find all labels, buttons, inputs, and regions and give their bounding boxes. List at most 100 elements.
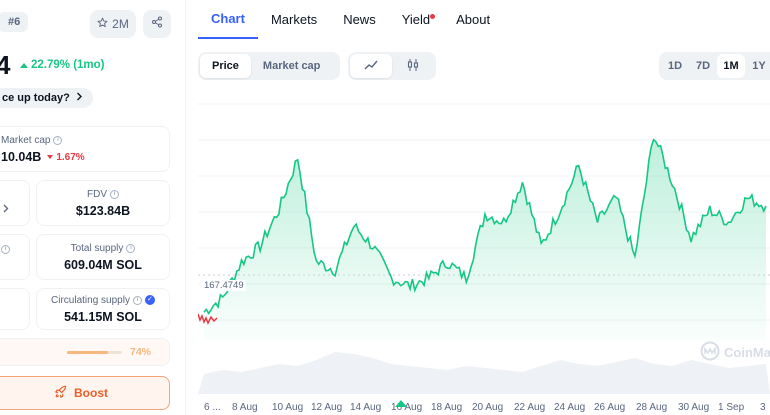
max-supply-card [0,288,30,330]
market-cap-card: Market cap i 10.04B 1.67% [0,126,170,172]
tab-about[interactable]: About [443,0,503,38]
volume-area [198,352,770,394]
info-icon[interactable]: i [110,189,119,199]
range-1d[interactable]: 1D [661,54,689,78]
x-tick-label: 22 Aug [514,402,545,413]
price-toggle[interactable]: Price [200,54,251,78]
supply-progress-percent: 74% [130,346,152,358]
x-tick-label: 14 Aug [350,402,381,413]
price-chart[interactable]: 6 ... 8 Aug 10 Aug 12 Aug 14 Aug 16 Aug 18 Aug… [197,92,770,415]
tab-chart[interactable]: Chart [198,0,258,39]
tab-markets[interactable]: Markets [258,0,330,38]
marketcap-toggle[interactable]: Market cap [251,54,332,78]
info-icon[interactable]: i [53,136,63,145]
fdv-label-row: FDV i [87,189,119,200]
tab-chart-label: Chart [211,11,245,26]
market-cap-change: 1.67% [47,151,85,163]
x-tick-label: 12 Aug [311,402,342,413]
sentiment-question-button[interactable]: ce up today? [0,88,93,108]
range-7d[interactable]: 7D [689,54,717,78]
boost-button[interactable]: Boost [0,376,170,410]
tab-news-label: News [343,11,376,27]
main-tabs: Chart Markets News Yield About [198,0,503,40]
star-icon [97,17,108,31]
market-cap-value-row: 10.04B 1.67% [1,150,169,164]
fdv-value: $123.84B [75,203,131,218]
event-marker-icon[interactable] [395,400,407,407]
x-tick-label: 6 ... [204,402,221,413]
x-tick-label: 24 Aug [554,402,585,413]
x-tick-label: 28 Aug [636,402,667,413]
info-icon[interactable]: i [1,245,10,254]
tab-yield-label: Yield [401,11,431,27]
rank-badge: #6 [0,12,29,32]
circ-supply-label: Circulating supply [51,294,130,306]
coin-price: 4 [0,50,10,80]
supply-progress-track [67,351,122,354]
x-tick-label: 3 [760,402,766,413]
chevron-right-icon [76,92,83,104]
supply-progress-fill [67,351,108,354]
total-supply-value: 609.04M SOL [64,257,142,272]
sentiment-question-text: ce up today? [2,92,70,104]
tab-markets-label: Markets [270,11,318,27]
circ-supply-value: 541.15M SOL [64,309,142,324]
watchlist-button[interactable]: 2M [90,10,136,38]
x-tick-label: 8 Aug [232,402,258,413]
total-supply-label-row: Total supply i [71,243,136,254]
watermark-text: CoinMa [724,345,770,360]
x-tick-label: 30 Aug [678,402,709,413]
circ-supply-label-row: Circulating supply i ✓ [51,295,155,306]
info-icon[interactable]: i [132,295,142,305]
coinmarketcap-watermark: CoinMa [700,341,770,364]
vol-mcap-card: i [0,234,30,280]
tab-yield[interactable]: Yield [389,0,443,38]
watchlist-count: 2M [112,17,129,31]
start-price-label: 167.4749 [202,280,246,291]
chevron-right-icon [3,200,9,218]
notification-dot [430,14,436,19]
market-cap-label-row: Market cap i [1,135,169,146]
candlestick-icon [407,58,419,74]
volume-card[interactable] [0,180,30,226]
market-cap-change-value: 1.67% [56,151,85,163]
price-change: 22.79% (1mo) [20,59,105,71]
rocket-icon [54,385,68,402]
price-area [204,139,766,342]
market-cap-label: Market cap [1,135,51,146]
down-arrow-icon [47,154,54,159]
x-tick-label: 20 Aug [472,402,503,413]
x-tick-label: 10 Aug [272,402,303,413]
price-mcap-toggle: Price Market cap [198,52,340,80]
chart-type-toggle [348,52,436,80]
circ-supply-card: Circulating supply i ✓ 541.15M SOL [36,288,170,330]
up-arrow-icon [20,62,28,68]
verified-icon: ✓ [144,295,155,305]
time-range-toggle: 1D 7D 1M 1Y [659,52,770,80]
total-supply-label: Total supply [70,242,124,254]
line-chart-button[interactable] [350,54,392,78]
price-chart-svg: 6 ... 8 Aug 10 Aug 12 Aug 14 Aug 16 Aug 18 Aug… [197,103,770,413]
x-tick-label: 18 Aug [431,402,462,413]
boost-label: Boost [74,386,108,400]
tab-about-label: About [456,11,491,27]
x-axis-ticks: 6 ... 8 Aug 10 Aug 12 Aug 14 Aug 16 Aug 18 Aug… [204,402,766,413]
total-supply-card: Total supply i 609.04M SOL [36,234,170,280]
coinmarketcap-logo-icon [700,341,720,364]
range-1m[interactable]: 1M [717,54,745,78]
price-change-value: 22.79% (1mo) [31,59,105,71]
coin-sidebar: #6 2M 4 22.79% (1mo) ce up today? Market… [0,0,186,415]
fdv-label: FDV [87,188,107,200]
info-icon[interactable]: i [126,243,136,253]
x-tick-label: 1 Sep [718,402,745,413]
supply-progress-box: 74% [0,338,170,366]
share-icon [151,15,163,33]
share-button[interactable] [143,10,171,38]
candlestick-button[interactable] [392,54,434,78]
market-cap-value: 10.04B [1,150,42,164]
fdv-card: FDV i $123.84B [36,180,170,226]
x-tick-label: 26 Aug [594,402,625,413]
range-1y[interactable]: 1Y [745,54,770,78]
tab-news[interactable]: News [330,0,389,38]
line-chart-icon [364,60,378,73]
